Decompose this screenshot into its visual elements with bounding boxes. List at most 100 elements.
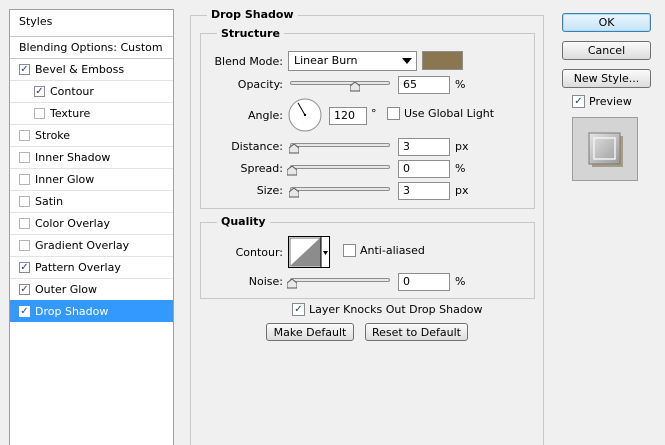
distance-input[interactable]: 3 xyxy=(398,138,450,156)
noise-unit: % xyxy=(455,275,466,288)
spread-slider-thumb[interactable] xyxy=(287,166,297,176)
style-item-checkbox[interactable] xyxy=(19,217,30,229)
style-item[interactable]: Satin xyxy=(10,190,173,212)
style-item-checkbox[interactable] xyxy=(19,305,30,317)
spread-input[interactable]: 0 xyxy=(398,160,450,178)
style-item-label: Contour xyxy=(50,84,94,98)
noise-input[interactable]: 0 xyxy=(398,273,450,291)
layer-knocks-out-label: Layer Knocks Out Drop Shadow xyxy=(309,303,483,316)
style-item-label: Satin xyxy=(35,194,64,208)
style-item-checkbox[interactable] xyxy=(19,261,30,273)
blend-mode-label: Blend Mode: xyxy=(214,55,284,68)
opacity-input[interactable]: 65 xyxy=(398,76,450,94)
style-item-checkbox[interactable] xyxy=(19,63,30,75)
style-item[interactable]: Gradient Overlay xyxy=(10,234,173,256)
style-item-label: Bevel & Emboss xyxy=(35,62,125,76)
opacity-label: Opacity: xyxy=(237,78,283,91)
style-item-checkbox[interactable] xyxy=(19,129,30,141)
spread-label: Spread: xyxy=(240,162,283,175)
blending-options-label: Blending Options: Custom xyxy=(19,40,163,54)
size-slider-track[interactable] xyxy=(290,187,390,191)
make-default-button[interactable]: Make Default xyxy=(266,323,354,341)
style-item[interactable]: Inner Shadow xyxy=(10,146,173,168)
style-item-label: Inner Shadow xyxy=(35,150,111,164)
reset-to-default-button[interactable]: Reset to Default xyxy=(365,323,468,341)
styles-header: Styles xyxy=(10,10,173,32)
quality-title: Quality xyxy=(217,215,270,228)
distance-unit: px xyxy=(455,140,469,153)
anti-aliased-box[interactable] xyxy=(343,244,356,257)
drop-shadow-title: Drop Shadow xyxy=(207,8,298,21)
style-item[interactable]: Inner Glow xyxy=(10,168,173,190)
style-item-label: Gradient Overlay xyxy=(35,238,130,252)
styles-panel: Styles Blending Options: Custom Bevel & … xyxy=(9,9,174,445)
contour-picker[interactable] xyxy=(288,236,330,268)
style-item-checkbox[interactable] xyxy=(19,283,30,295)
opacity-unit: % xyxy=(455,78,466,91)
contour-curve-icon xyxy=(289,237,328,267)
use-global-light-label: Use Global Light xyxy=(404,107,495,120)
style-item[interactable]: Outer Glow xyxy=(10,278,173,300)
blending-options-item[interactable]: Blending Options: Custom xyxy=(10,36,173,58)
opacity-slider-thumb[interactable] xyxy=(350,82,360,92)
layer-knocks-out-checkbox[interactable]: Layer Knocks Out Drop Shadow xyxy=(292,303,483,316)
use-global-light-checkbox[interactable]: Use Global Light xyxy=(387,107,494,120)
contour-label: Contour: xyxy=(235,246,283,259)
style-item[interactable]: Stroke xyxy=(10,124,173,146)
angle-input[interactable]: 120 xyxy=(329,107,367,125)
anti-aliased-label: Anti-aliased xyxy=(360,244,425,257)
style-item[interactable]: Bevel & Emboss xyxy=(10,58,173,80)
style-item-label: Stroke xyxy=(35,128,71,142)
noise-slider-thumb[interactable] xyxy=(287,279,297,289)
style-item-label: Pattern Overlay xyxy=(35,260,121,274)
size-slider-thumb[interactable] xyxy=(289,188,299,198)
style-item-checkbox[interactable] xyxy=(19,173,30,185)
new-style-button[interactable]: New Style... xyxy=(562,69,651,88)
style-item-label: Outer Glow xyxy=(35,282,98,296)
distance-label: Distance: xyxy=(231,140,283,153)
style-item[interactable]: Contour xyxy=(10,80,173,102)
anti-aliased-checkbox[interactable]: Anti-aliased xyxy=(343,244,425,257)
opacity-slider-track[interactable] xyxy=(290,81,390,85)
noise-label: Noise: xyxy=(248,275,283,288)
angle-dial-icon xyxy=(288,98,322,132)
size-unit: px xyxy=(455,184,469,197)
style-preview-thumbnail xyxy=(572,117,638,181)
layer-knocks-out-box[interactable] xyxy=(292,303,305,316)
blend-mode-select[interactable]: Linear Burn xyxy=(288,51,417,71)
style-item-checkbox[interactable] xyxy=(19,195,30,207)
preview-label: Preview xyxy=(589,95,632,108)
ok-button[interactable]: OK xyxy=(562,13,651,32)
preview-swatch-icon xyxy=(588,132,623,167)
style-item-checkbox[interactable] xyxy=(34,107,45,119)
spread-unit: % xyxy=(455,162,466,175)
preview-checkbox[interactable]: Preview xyxy=(572,95,632,108)
distance-slider-thumb[interactable] xyxy=(289,144,299,154)
style-item[interactable]: Texture xyxy=(10,102,173,124)
cancel-button[interactable]: Cancel xyxy=(562,41,651,60)
angle-dial[interactable] xyxy=(288,98,322,132)
chevron-down-icon xyxy=(402,58,412,64)
style-item-label: Texture xyxy=(50,106,91,120)
style-item-checkbox[interactable] xyxy=(19,151,30,163)
use-global-light-box[interactable] xyxy=(387,107,400,120)
style-item[interactable]: Pattern Overlay xyxy=(10,256,173,278)
style-item-label: Drop Shadow xyxy=(35,304,109,318)
size-label: Size: xyxy=(256,184,283,197)
style-item-checkbox[interactable] xyxy=(19,239,30,251)
angle-unit: ° xyxy=(371,107,377,120)
style-item-label: Color Overlay xyxy=(35,216,110,230)
structure-title: Structure xyxy=(217,27,284,40)
noise-slider-track[interactable] xyxy=(290,278,390,282)
spread-slider-track[interactable] xyxy=(290,165,390,169)
style-item[interactable]: Drop Shadow xyxy=(10,300,173,322)
blend-mode-value: Linear Burn xyxy=(294,54,358,67)
angle-label: Angle: xyxy=(247,109,283,122)
style-item-checkbox[interactable] xyxy=(34,85,45,97)
shadow-color-swatch[interactable] xyxy=(422,51,463,70)
distance-slider-track[interactable] xyxy=(290,143,390,147)
style-item-label: Inner Glow xyxy=(35,172,95,186)
size-input[interactable]: 3 xyxy=(398,182,450,200)
preview-box[interactable] xyxy=(572,95,585,108)
style-item[interactable]: Color Overlay xyxy=(10,212,173,234)
